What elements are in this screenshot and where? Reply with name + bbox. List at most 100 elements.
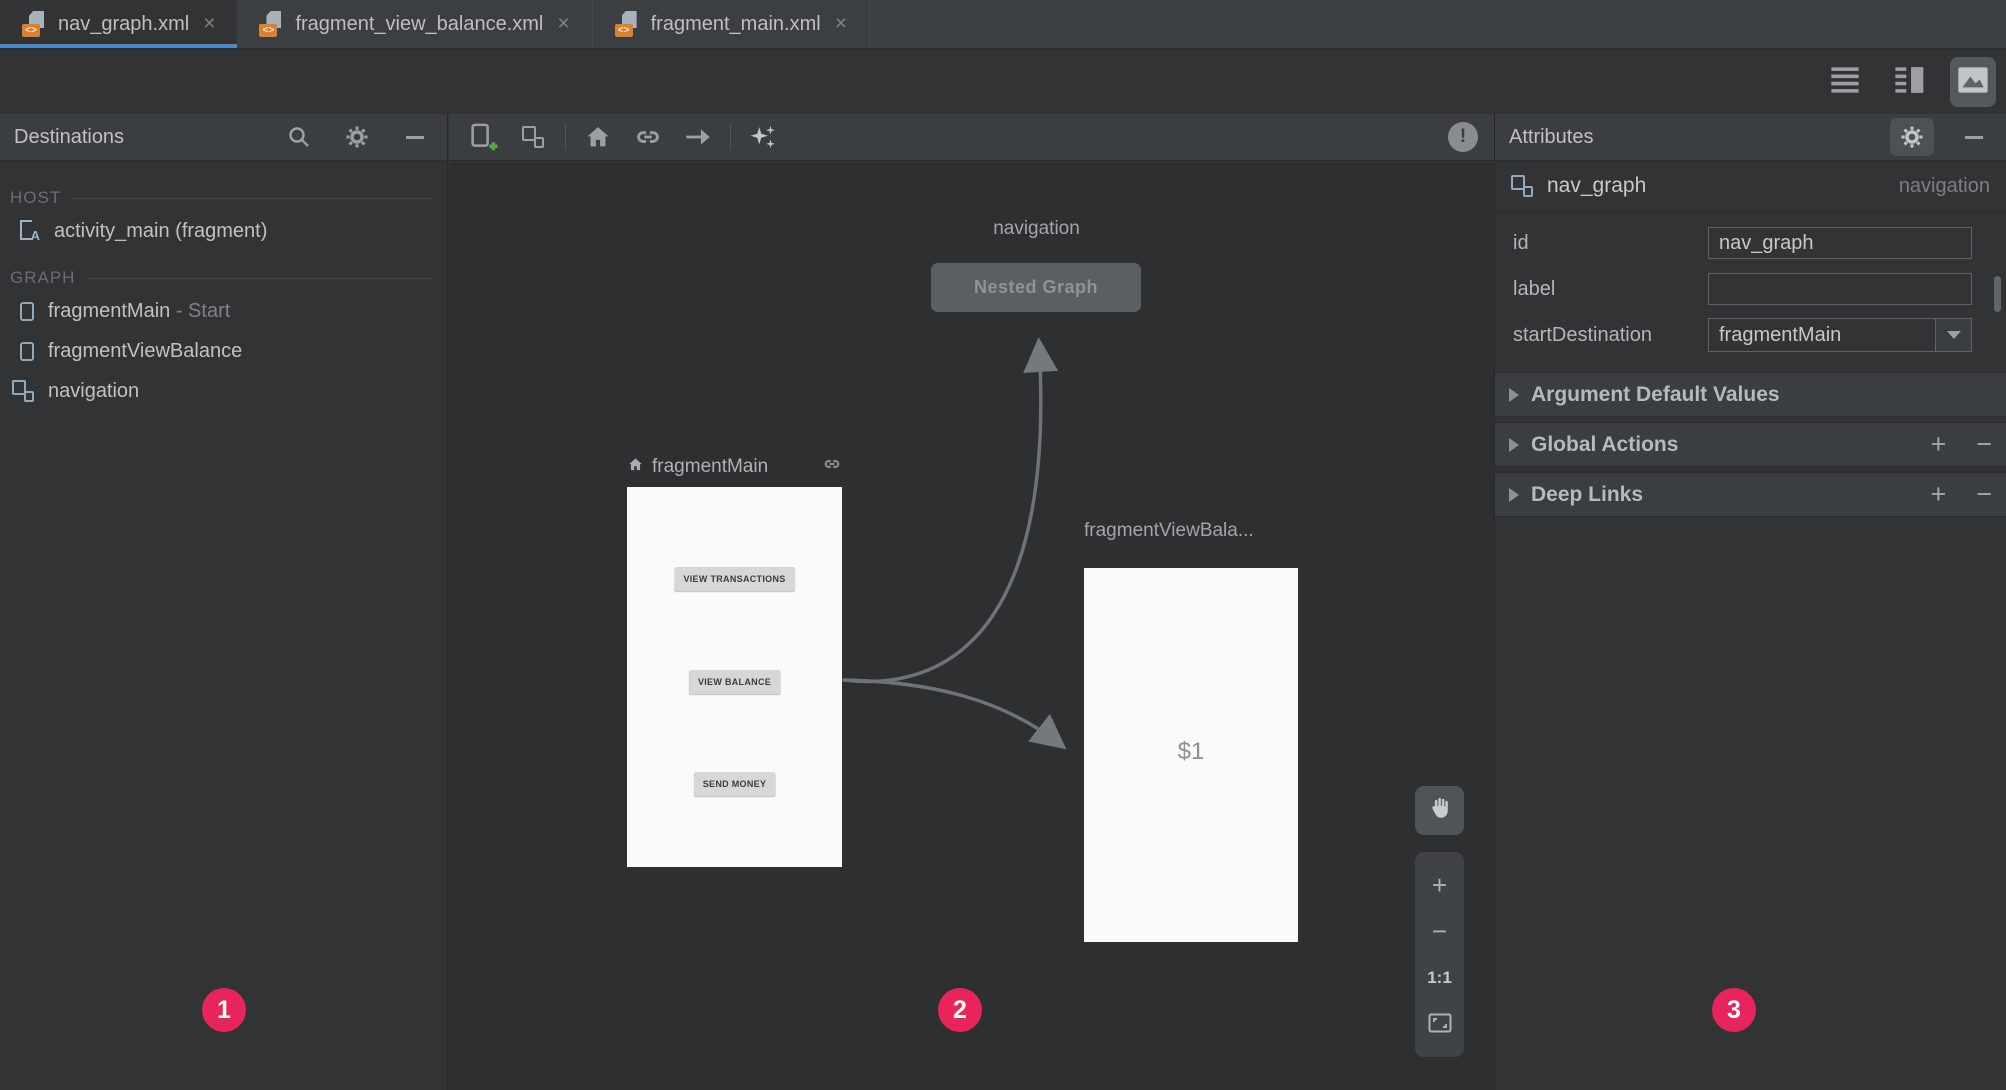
zoom-in-button[interactable]: + <box>1432 872 1447 898</box>
start-destination-dropdown[interactable]: fragmentMain <box>1708 318 1972 352</box>
gear-icon[interactable] <box>1890 118 1934 156</box>
callout-badge-2: 2 <box>938 988 982 1032</box>
action-arrow-icon[interactable] <box>680 119 716 155</box>
tab-label: nav_graph.xml <box>58 12 190 35</box>
host-section-header: HOST <box>10 185 437 211</box>
label-field[interactable] <box>1708 273 1972 305</box>
component-name: nav_graph <box>1547 174 1647 197</box>
expand-arrow-icon <box>1509 387 1519 402</box>
close-icon[interactable]: × <box>557 12 569 36</box>
code-view-icon <box>1828 65 1862 100</box>
destination-activity-main[interactable]: A activity_main (fragment) <box>10 211 437 251</box>
panel-scrollbar[interactable] <box>1994 276 2001 312</box>
fragment-view-balance-caption: fragmentViewBala... <box>1084 520 1254 541</box>
section-global-actions[interactable]: Global Actions + − <box>1495 422 2006 467</box>
hide-panel-icon[interactable] <box>1956 119 1992 155</box>
callout-badge-3: 3 <box>1712 988 1756 1032</box>
new-destination-icon[interactable] <box>465 119 501 155</box>
expand-arrow-icon <box>1509 487 1519 502</box>
id-label: id <box>1513 231 1529 254</box>
nested-graph-node[interactable]: Nested Graph <box>931 263 1141 312</box>
graph-section-header: GRAPH <box>10 265 437 291</box>
code-view-button[interactable] <box>1822 57 1868 107</box>
destination-navigation[interactable]: navigation <box>10 371 437 411</box>
view-transactions-button: VIEW TRANSACTIONS <box>674 567 795 591</box>
nested-graph-caption: navigation <box>993 218 1080 239</box>
expand-arrow-icon <box>1509 437 1519 452</box>
home-icon[interactable] <box>580 119 616 155</box>
nested-graph-icon <box>1511 175 1533 197</box>
destination-label: navigation <box>48 379 140 402</box>
canvas-toolbar: ! <box>449 114 1494 161</box>
send-money-button: SEND MONEY <box>693 772 776 796</box>
remove-deep-link-button[interactable]: − <box>1976 481 1992 508</box>
destination-fragment-view-balance[interactable]: fragmentViewBalance <box>10 331 437 371</box>
nav-graph-editor: ! navigation Nested Graph fragmentMain V… <box>449 114 1494 1090</box>
deep-link-icon[interactable] <box>630 119 666 155</box>
tab-nav-graph-xml[interactable]: <> nav_graph.xml × <box>0 0 238 48</box>
editor-tab-bar: <> nav_graph.xml × <> fragment_view_bala… <box>0 0 2006 49</box>
editor-mode-bar <box>0 50 2006 114</box>
new-nested-graph-icon[interactable] <box>515 119 551 155</box>
tab-label: fragment_view_balance.xml <box>295 12 544 35</box>
fragment-view-balance-node[interactable]: $1 <box>1084 568 1298 942</box>
component-type: navigation <box>1898 174 1990 197</box>
start-destination-label: startDestination <box>1513 323 1652 346</box>
start-destination-value: fragmentMain <box>1719 323 1842 346</box>
attributes-title: Attributes <box>1509 125 1594 148</box>
fragment-icon <box>20 301 34 321</box>
split-view-button[interactable] <box>1886 57 1932 107</box>
close-icon[interactable]: × <box>203 12 215 36</box>
attr-row-id: id <box>1495 226 2006 260</box>
warning-icon[interactable]: ! <box>1448 122 1478 152</box>
search-icon[interactable] <box>281 119 317 155</box>
remove-global-action-button[interactable]: − <box>1976 431 1992 458</box>
view-balance-button: VIEW BALANCE <box>688 670 781 694</box>
section-deep-links[interactable]: Deep Links + − <box>1495 472 2006 517</box>
activity-icon: A <box>20 220 40 242</box>
toolbar-separator <box>730 124 731 150</box>
fragment-icon <box>20 341 34 361</box>
close-icon[interactable]: × <box>835 12 847 36</box>
zoom-1-1-button[interactable]: 1:1 <box>1427 965 1452 991</box>
tab-fragment-main-xml[interactable]: <> fragment_main.xml × <box>593 0 870 48</box>
attributes-panel: Attributes nav_graph navigation id label… <box>1494 114 2006 1090</box>
label-label: label <box>1513 277 1556 300</box>
home-icon <box>627 456 644 479</box>
destination-label: activity_main (fragment) <box>54 219 268 242</box>
nav-graph-canvas[interactable]: navigation Nested Graph fragmentMain VIE… <box>449 162 1494 1090</box>
tab-fragment-view-balance-xml[interactable]: <> fragment_view_balance.xml × <box>237 0 593 48</box>
gear-icon[interactable] <box>339 119 375 155</box>
xml-file-icon: <> <box>259 11 283 37</box>
chevron-down-icon[interactable] <box>1935 319 1971 351</box>
add-deep-link-button[interactable]: + <box>1930 481 1946 508</box>
destination-label: fragmentViewBalance <box>48 339 243 362</box>
id-field[interactable] <box>1708 227 1972 259</box>
tab-label: fragment_main.xml <box>650 12 821 35</box>
xml-file-icon: <> <box>22 11 46 37</box>
section-argument-default-values[interactable]: Argument Default Values <box>1495 372 2006 417</box>
add-global-action-button[interactable]: + <box>1930 431 1946 458</box>
link-icon <box>822 454 842 480</box>
attr-row-label: label <box>1495 272 2006 306</box>
design-view-button[interactable] <box>1950 57 1996 107</box>
zoom-controls: + − 1:1 <box>1415 852 1464 1057</box>
split-view-icon <box>1892 65 1926 100</box>
fragment-main-header: fragmentMain <box>627 454 842 480</box>
callout-badge-1: 1 <box>202 988 246 1032</box>
destination-label: fragmentMain - Start <box>48 299 231 322</box>
pan-tool-button[interactable] <box>1415 786 1464 835</box>
design-view-icon <box>1957 66 1989 99</box>
destinations-panel: Destinations HOST A activity_main (fragm… <box>0 114 448 1090</box>
zoom-to-fit-icon[interactable] <box>1428 1011 1452 1037</box>
fragment-main-caption: fragmentMain <box>652 456 769 477</box>
auto-arrange-icon[interactable] <box>745 119 781 155</box>
balance-text: $1 <box>1177 738 1205 765</box>
fragment-main-node[interactable]: VIEW TRANSACTIONS VIEW BALANCE SEND MONE… <box>627 487 842 867</box>
zoom-out-button[interactable]: − <box>1432 918 1447 944</box>
hide-panel-icon[interactable] <box>397 119 433 155</box>
xml-file-icon: <> <box>614 11 639 37</box>
attr-row-start-destination: startDestination fragmentMain <box>1495 318 2006 352</box>
nested-graph-icon <box>12 380 34 402</box>
destination-fragment-main[interactable]: fragmentMain - Start <box>10 291 437 331</box>
